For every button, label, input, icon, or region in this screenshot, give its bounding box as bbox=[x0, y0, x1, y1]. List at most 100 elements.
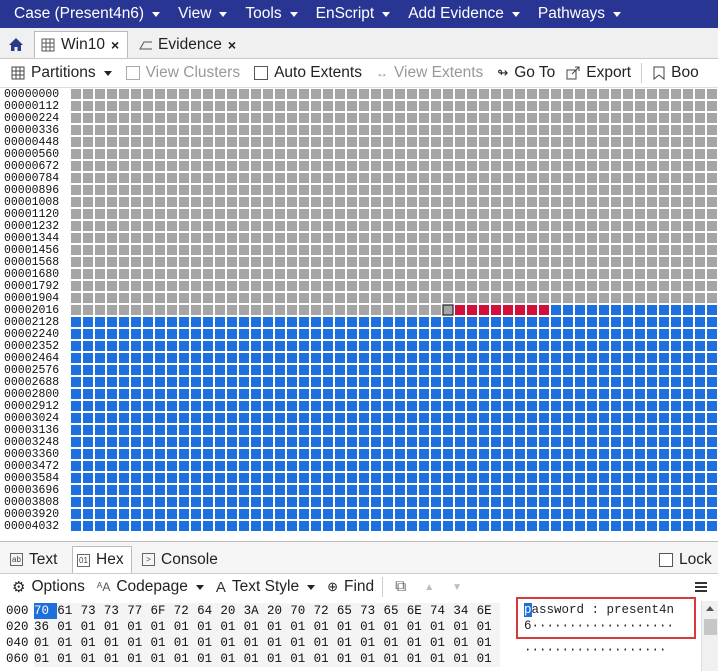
cluster-used[interactable] bbox=[695, 353, 705, 363]
cluster-empty[interactable] bbox=[431, 197, 441, 207]
cluster-used[interactable] bbox=[707, 353, 717, 363]
cluster-empty[interactable] bbox=[659, 245, 669, 255]
cluster-empty[interactable] bbox=[347, 281, 357, 291]
cluster-empty[interactable] bbox=[239, 293, 249, 303]
cluster-empty[interactable] bbox=[455, 245, 465, 255]
cluster-empty[interactable] bbox=[635, 113, 645, 123]
cluster-used[interactable] bbox=[575, 473, 585, 483]
cluster-used[interactable] bbox=[407, 461, 417, 471]
cluster-empty[interactable] bbox=[167, 125, 177, 135]
cluster-empty[interactable] bbox=[215, 197, 225, 207]
cluster-used[interactable] bbox=[515, 449, 525, 459]
cluster-empty[interactable] bbox=[491, 209, 501, 219]
cluster-empty[interactable] bbox=[647, 137, 657, 147]
cluster-used[interactable] bbox=[431, 329, 441, 339]
cluster-used[interactable] bbox=[395, 365, 405, 375]
cluster-used[interactable] bbox=[215, 521, 225, 531]
cluster-empty[interactable] bbox=[347, 245, 357, 255]
cluster-empty[interactable] bbox=[623, 245, 633, 255]
cluster-empty[interactable] bbox=[155, 245, 165, 255]
cluster-empty[interactable] bbox=[515, 293, 525, 303]
cluster-used[interactable] bbox=[239, 413, 249, 423]
cluster-used[interactable] bbox=[551, 437, 561, 447]
cluster-used[interactable] bbox=[119, 365, 129, 375]
cluster-empty[interactable] bbox=[611, 233, 621, 243]
cluster-used[interactable] bbox=[287, 341, 297, 351]
cluster-used[interactable] bbox=[107, 461, 117, 471]
cluster-empty[interactable] bbox=[95, 233, 105, 243]
cluster-used[interactable] bbox=[695, 389, 705, 399]
cluster-used[interactable] bbox=[131, 497, 141, 507]
cluster-used[interactable] bbox=[215, 317, 225, 327]
cluster-used[interactable] bbox=[227, 341, 237, 351]
cluster-empty[interactable] bbox=[167, 209, 177, 219]
cluster-empty[interactable] bbox=[467, 125, 477, 135]
cluster-empty[interactable] bbox=[527, 281, 537, 291]
cluster-empty[interactable] bbox=[647, 101, 657, 111]
cluster-used[interactable] bbox=[383, 485, 393, 495]
cluster-empty[interactable] bbox=[611, 89, 621, 99]
cluster-used[interactable] bbox=[683, 317, 693, 327]
cluster-used[interactable] bbox=[83, 425, 93, 435]
cluster-empty[interactable] bbox=[335, 305, 345, 315]
cluster-used[interactable] bbox=[311, 365, 321, 375]
cluster-used[interactable] bbox=[455, 461, 465, 471]
cluster-empty[interactable] bbox=[371, 161, 381, 171]
cluster-used[interactable] bbox=[695, 377, 705, 387]
cluster-empty[interactable] bbox=[299, 89, 309, 99]
cluster-used[interactable] bbox=[443, 449, 453, 459]
cluster-empty[interactable] bbox=[323, 161, 333, 171]
cluster-used[interactable] bbox=[479, 401, 489, 411]
cluster-empty[interactable] bbox=[515, 185, 525, 195]
cluster-empty[interactable] bbox=[527, 161, 537, 171]
cluster-empty[interactable] bbox=[491, 137, 501, 147]
hex-byte[interactable]: 01 bbox=[197, 651, 220, 667]
cluster-used[interactable] bbox=[239, 485, 249, 495]
cluster-empty[interactable] bbox=[587, 173, 597, 183]
cluster-empty[interactable] bbox=[287, 137, 297, 147]
cluster-used[interactable] bbox=[95, 521, 105, 531]
cluster-used[interactable] bbox=[635, 437, 645, 447]
cluster-empty[interactable] bbox=[455, 161, 465, 171]
cluster-empty[interactable] bbox=[131, 257, 141, 267]
cluster-used[interactable] bbox=[311, 497, 321, 507]
cluster-used[interactable] bbox=[203, 437, 213, 447]
cluster-used[interactable] bbox=[131, 401, 141, 411]
cluster-empty[interactable] bbox=[419, 113, 429, 123]
cluster-used[interactable] bbox=[455, 485, 465, 495]
cluster-used[interactable] bbox=[311, 413, 321, 423]
cluster-empty[interactable] bbox=[455, 197, 465, 207]
cluster-used[interactable] bbox=[239, 473, 249, 483]
cluster-empty[interactable] bbox=[539, 89, 549, 99]
cluster-used[interactable] bbox=[551, 341, 561, 351]
cluster-used[interactable] bbox=[107, 329, 117, 339]
cluster-empty[interactable] bbox=[707, 293, 717, 303]
cluster-used[interactable] bbox=[251, 353, 261, 363]
cluster-used[interactable] bbox=[155, 425, 165, 435]
cluster-empty[interactable] bbox=[683, 269, 693, 279]
cluster-empty[interactable] bbox=[335, 113, 345, 123]
cluster-used[interactable] bbox=[443, 401, 453, 411]
cluster-empty[interactable] bbox=[119, 101, 129, 111]
cluster-used[interactable] bbox=[155, 485, 165, 495]
cluster-used[interactable] bbox=[671, 497, 681, 507]
cluster-empty[interactable] bbox=[83, 269, 93, 279]
cluster-used[interactable] bbox=[119, 485, 129, 495]
cluster-empty[interactable] bbox=[131, 173, 141, 183]
cluster-used[interactable] bbox=[659, 329, 669, 339]
cluster-used[interactable] bbox=[467, 437, 477, 447]
cluster-used[interactable] bbox=[443, 485, 453, 495]
cluster-used[interactable] bbox=[539, 413, 549, 423]
cluster-empty[interactable] bbox=[479, 257, 489, 267]
cluster-used[interactable] bbox=[287, 377, 297, 387]
cluster-used[interactable] bbox=[707, 317, 717, 327]
cluster-empty[interactable] bbox=[551, 89, 561, 99]
cluster-empty[interactable] bbox=[659, 185, 669, 195]
cluster-used[interactable] bbox=[503, 521, 513, 531]
cluster-used[interactable] bbox=[683, 365, 693, 375]
cluster-empty[interactable] bbox=[395, 173, 405, 183]
cluster-empty[interactable] bbox=[191, 113, 201, 123]
cluster-used[interactable] bbox=[215, 449, 225, 459]
cluster-empty[interactable] bbox=[527, 245, 537, 255]
cluster-used[interactable] bbox=[191, 509, 201, 519]
